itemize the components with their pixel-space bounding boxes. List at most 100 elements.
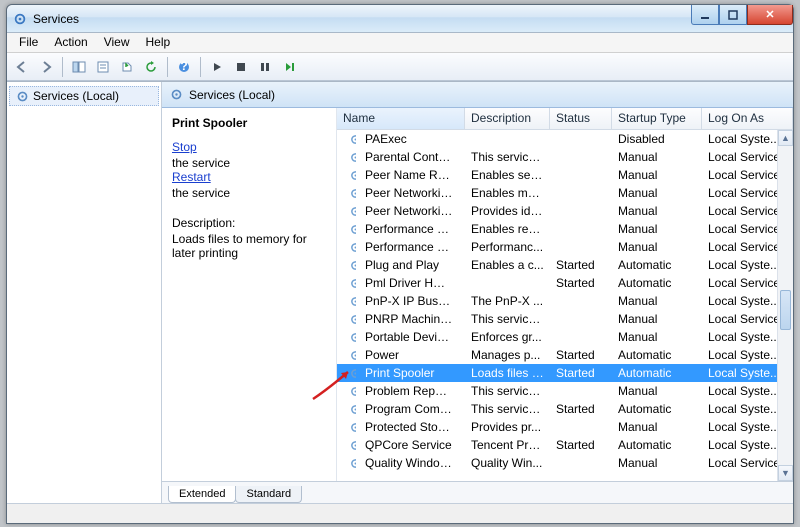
restart-service-button[interactable] [278,56,300,78]
cell-name: Peer Name Resolu... [359,168,459,182]
cell-startup: Automatic [612,276,702,290]
table-row[interactable]: Program Compati...This service ...Starte… [337,400,793,418]
menu-action[interactable]: Action [46,33,95,52]
pane-body: Print Spooler Stop the service Restart t… [162,108,793,481]
table-row[interactable]: PAExecDisabledLocal Syste... [337,130,793,148]
help-button[interactable]: ? [173,56,195,78]
cell-name: Quality Windows ... [359,456,459,470]
scroll-down-button[interactable]: ▼ [778,465,793,481]
cell-status: Started [550,258,612,272]
cell-name: QPCore Service [359,438,458,452]
scroll-up-button[interactable]: ▲ [778,130,793,146]
table-row[interactable]: Performance Cou...Enables rem...ManualLo… [337,220,793,238]
pause-service-button[interactable] [254,56,276,78]
table-row[interactable]: PnP-X IP Bus Enu...The PnP-X ...ManualLo… [337,292,793,310]
table-row[interactable]: Parental ControlsThis service ...ManualL… [337,148,793,166]
table-row[interactable]: QPCore ServiceTencent Pro...StartedAutom… [337,436,793,454]
cell-startup: Automatic [612,438,702,452]
export-list-button[interactable] [116,56,138,78]
cell-description: Provides pr... [465,420,550,434]
window-title: Services [33,12,79,26]
forward-button[interactable] [35,56,57,78]
column-startup[interactable]: Startup Type [612,108,702,129]
cell-startup: Manual [612,204,702,218]
table-row[interactable]: PNRP Machine Na...This service ...Manual… [337,310,793,328]
gear-icon [170,88,183,101]
cell-startup: Manual [612,222,702,236]
cell-name: Parental Controls [359,150,459,164]
gear-icon [343,277,356,290]
gear-icon [343,439,356,452]
cell-startup: Manual [612,330,702,344]
start-service-button[interactable] [206,56,228,78]
cell-name: Performance Logs... [359,240,459,254]
cell-description: This service ... [465,384,550,398]
properties-button[interactable] [92,56,114,78]
cell-startup: Automatic [612,258,702,272]
link-suffix: the service [172,186,230,200]
table-row[interactable]: Pml Driver HPZ12StartedAutomaticLocal Se… [337,274,793,292]
stop-service-button[interactable] [230,56,252,78]
cell-startup: Manual [612,150,702,164]
cell-name: Peer Networking I... [359,204,459,218]
menu-view[interactable]: View [96,33,138,52]
cell-status: Started [550,402,612,416]
table-row[interactable]: Peer Name Resolu...Enables serv...Manual… [337,166,793,184]
restart-link[interactable]: Restart [172,170,326,184]
services-app-icon [13,12,27,26]
cell-name: Portable Device E... [359,330,459,344]
gear-icon [343,421,356,434]
table-row[interactable]: PowerManages p...StartedAutomaticLocal S… [337,346,793,364]
gear-icon [343,331,356,344]
table-row[interactable]: Performance Logs...Performanc...ManualLo… [337,238,793,256]
refresh-button[interactable] [140,56,162,78]
cell-name: PnP-X IP Bus Enu... [359,294,459,308]
description-text: Loads files to memory for later printing [172,232,326,260]
vertical-scrollbar[interactable]: ▲ ▼ [777,130,793,481]
column-name[interactable]: Name [337,108,465,129]
pane-title: Services (Local) [189,88,275,102]
column-status[interactable]: Status [550,108,612,129]
stop-link[interactable]: Stop [172,140,326,154]
show-hide-tree-button[interactable] [68,56,90,78]
tree-pane: Services (Local) [7,82,162,503]
menu-help[interactable]: Help [138,33,179,52]
link-suffix: the service [172,156,230,170]
tree-item-label: Services (Local) [33,89,119,103]
cell-name: Protected Storage [359,420,459,434]
back-button[interactable] [11,56,33,78]
table-row[interactable]: Plug and PlayEnables a c...StartedAutoma… [337,256,793,274]
tab-extended[interactable]: Extended [168,486,236,503]
services-list: Name Description Status Startup Type Log… [337,108,793,481]
table-row[interactable]: Quality Windows ...Quality Win...ManualL… [337,454,793,472]
tab-standard[interactable]: Standard [235,486,302,503]
cell-startup: Manual [612,294,702,308]
menu-file[interactable]: File [11,33,46,52]
table-row[interactable]: Portable Device E...Enforces gr...Manual… [337,328,793,346]
cell-startup: Manual [612,186,702,200]
table-row[interactable]: Peer Networking I...Provides ide...Manua… [337,202,793,220]
cell-startup: Automatic [612,348,702,362]
table-row[interactable]: Problem Reports a...This service ...Manu… [337,382,793,400]
cell-startup: Automatic [612,366,702,380]
services-window: Services ✕ File Action View Help ? [6,4,794,524]
gear-icon [343,223,356,236]
toolbar: ? [7,53,793,81]
cell-startup: Disabled [612,132,702,146]
table-row[interactable]: Peer Networking ...Enables mul...ManualL… [337,184,793,202]
cell-description: Enables a c... [465,258,550,272]
scroll-thumb[interactable] [780,290,791,330]
close-button[interactable]: ✕ [747,5,793,25]
table-row[interactable]: Print SpoolerLoads files t...StartedAuto… [337,364,793,382]
column-description[interactable]: Description [465,108,550,129]
titlebar[interactable]: Services ✕ [7,5,793,33]
gear-icon [343,349,356,362]
table-row[interactable]: Protected StorageProvides pr...ManualLoc… [337,418,793,436]
minimize-button[interactable] [691,5,719,25]
column-logon[interactable]: Log On As [702,108,793,129]
gear-icon [343,187,356,200]
pane-header: Services (Local) [162,82,793,108]
maximize-button[interactable] [719,5,747,25]
cell-name: Program Compati... [359,402,459,416]
tree-item-services-local[interactable]: Services (Local) [9,86,159,106]
